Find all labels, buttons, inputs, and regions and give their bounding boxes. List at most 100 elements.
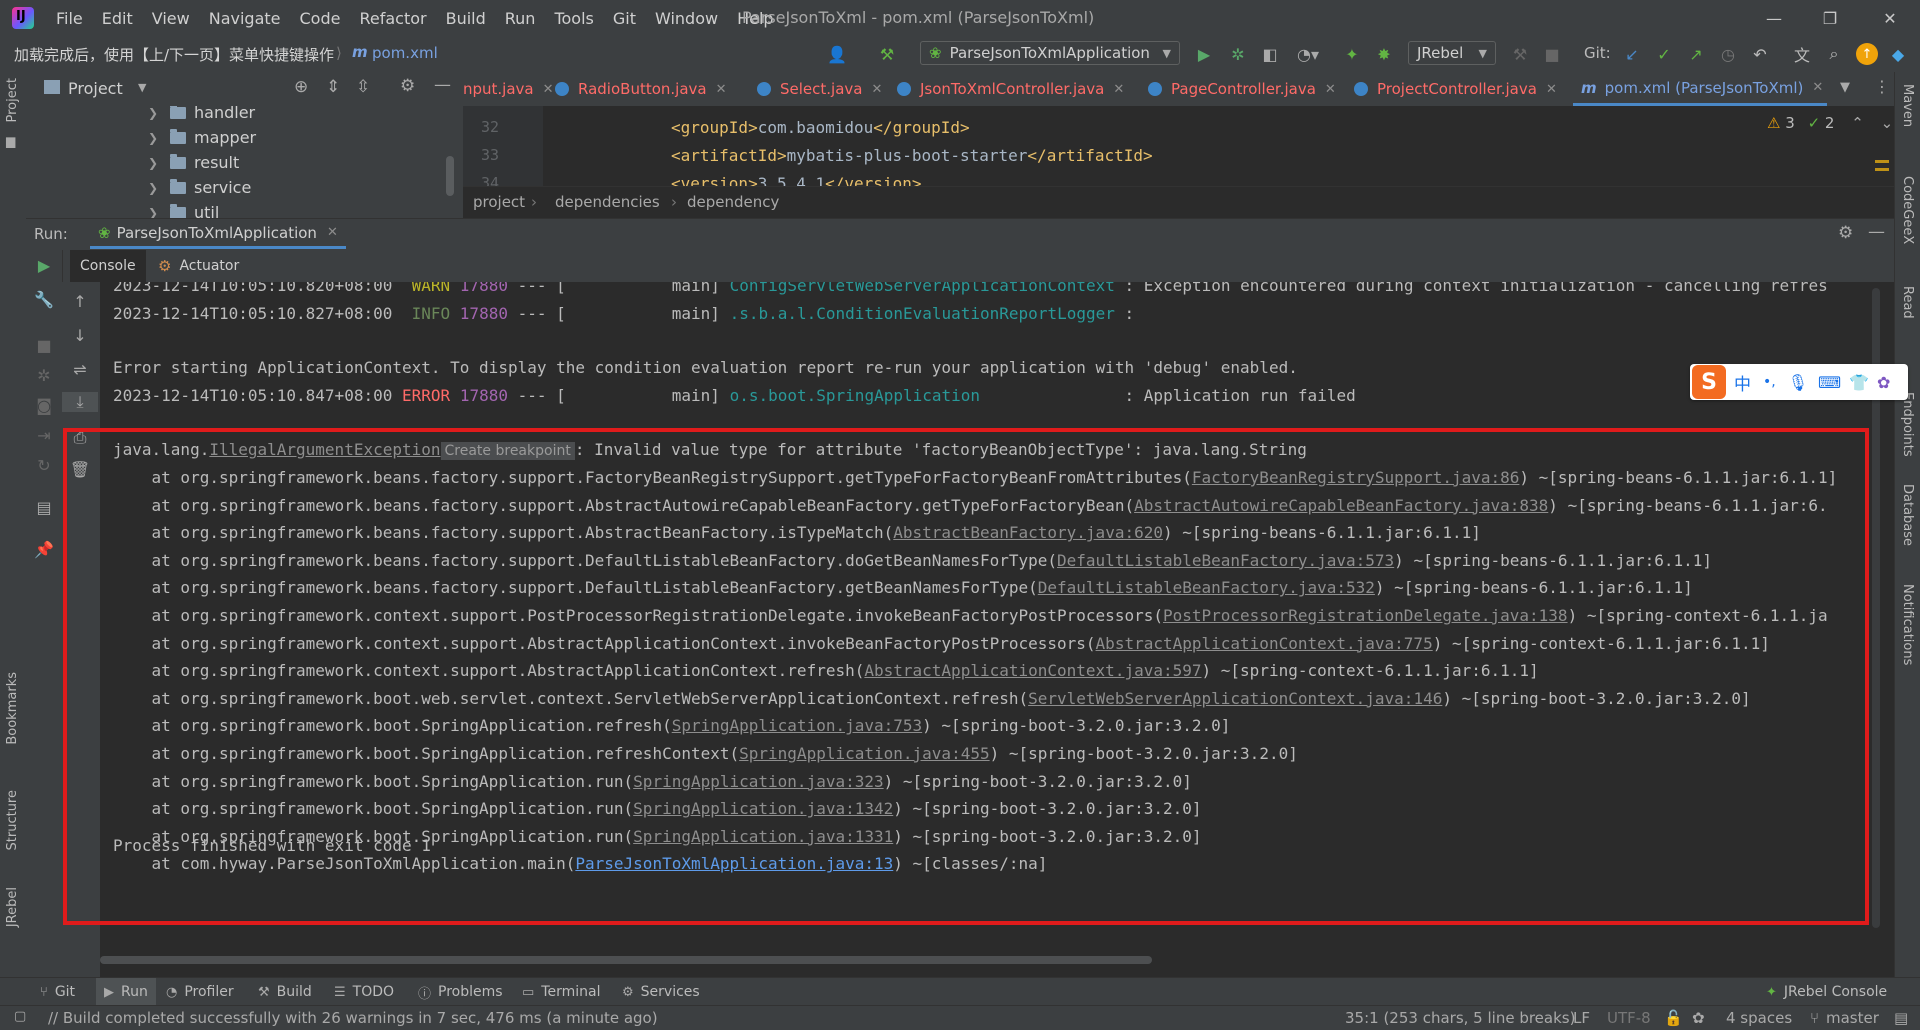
tool-tab-todo[interactable]: ☰ TODO (334, 982, 394, 1002)
line-separator[interactable]: LF (1573, 1009, 1590, 1027)
lock-icon[interactable]: 🔓 (1664, 1009, 1683, 1027)
build-hammer-icon[interactable]: ⚒ (874, 43, 900, 65)
indent-setting[interactable]: 4 spaces (1726, 1009, 1792, 1027)
breadcrumb-item[interactable]: project (473, 193, 525, 211)
keyboard-icon[interactable]: ⌨ (1818, 373, 1841, 392)
tab-actuator[interactable]: ⚙ Actuator (158, 250, 239, 282)
code-editor[interactable]: 32 33 34 <groupId>com.baomidou</groupId>… (463, 106, 1894, 186)
toggle-panels-icon[interactable]: ▢ (14, 1009, 26, 1024)
collapse-all-icon[interactable]: ⇳ (356, 77, 370, 97)
run-icon[interactable]: ▶ (1192, 43, 1216, 65)
read-tool-button[interactable]: Read (1900, 286, 1915, 319)
close-button[interactable]: ✕ (1862, 0, 1918, 36)
git-branch[interactable]: master (1826, 1009, 1879, 1027)
tool-tab-git[interactable]: ⑂ Git (40, 982, 75, 1002)
git-rollback-icon[interactable]: ↶ (1748, 43, 1772, 65)
git-update-icon[interactable]: ↙ (1620, 43, 1644, 65)
menu-code[interactable]: Code (300, 9, 341, 28)
menu-run[interactable]: Run (505, 9, 536, 28)
hide-panel-icon[interactable]: — (434, 75, 451, 95)
codegeex-icon[interactable]: ◆ (1886, 43, 1910, 65)
menu-build[interactable]: Build (446, 9, 486, 28)
pin-icon[interactable]: 📌 (26, 540, 62, 559)
arrow-down-icon[interactable]: ↓ (62, 326, 98, 345)
expand-all-icon[interactable]: ⇕ (326, 77, 340, 97)
restart-icon[interactable]: ↻ (26, 456, 62, 475)
build-message[interactable]: // Build completed successfully with 26 … (48, 1009, 658, 1027)
git-commit-icon[interactable]: ✓ (1652, 43, 1676, 65)
tool-tab-profiler[interactable]: ◔ Profiler (166, 982, 234, 1002)
layout-icon[interactable]: ▤ (26, 498, 62, 517)
tree-item-result[interactable]: ❯ result (148, 150, 239, 175)
tab-pagecontroller-java[interactable]: PageController.java ✕ (1148, 72, 1336, 106)
wrench-icon[interactable]: 🔧 (26, 290, 62, 309)
hammer-disabled-icon[interactable]: ⚒ (1508, 43, 1532, 65)
camera-icon[interactable]: ◙ (26, 396, 62, 415)
close-icon[interactable]: ✕ (543, 82, 554, 97)
microphone-icon[interactable]: 🎙 (1788, 373, 1808, 392)
skin-icon[interactable]: 👕 (1849, 373, 1869, 392)
horizontal-scrollbar[interactable] (100, 956, 1152, 964)
tool-tab-services[interactable]: ⚙ Services (622, 982, 700, 1002)
codegeex-tool-button[interactable]: CodeGeeX (1900, 176, 1915, 244)
tree-item-handler[interactable]: ❯ handler (148, 106, 255, 125)
scroll-to-end-icon[interactable]: ⤓ (62, 392, 98, 412)
git-history-icon[interactable]: ◷ (1716, 43, 1740, 65)
tool-tab-build[interactable]: ⚒ Build (258, 982, 312, 1002)
ime-punctuation-toggle[interactable]: •, (1763, 374, 1776, 390)
tab-input-java[interactable]: nput.java ✕ (463, 72, 554, 106)
inspection-widget[interactable]: ⚠ 3 ✓ 2 ⌃ ⌄ (1767, 114, 1893, 132)
stop-icon[interactable]: ■ (26, 336, 62, 355)
chevron-down-icon[interactable]: ▼ (138, 81, 146, 94)
tab-console[interactable]: Console (70, 250, 146, 282)
close-icon[interactable]: ✕ (1546, 82, 1557, 97)
menu-edit[interactable]: Edit (102, 9, 133, 28)
close-icon[interactable]: ✕ (327, 225, 338, 240)
tab-select-java[interactable]: Select.java ✕ (757, 72, 882, 106)
exit-icon[interactable]: ⇥ (26, 426, 62, 445)
tree-item-util[interactable]: ❯ util (148, 200, 219, 218)
search-icon[interactable]: ⌕ (1822, 43, 1846, 65)
minimize-button[interactable]: — (1746, 0, 1802, 36)
jrebel-debug-icon[interactable]: ✸ (1372, 43, 1396, 65)
close-icon[interactable]: ✕ (1812, 80, 1823, 95)
debug-icon[interactable]: ✲ (1226, 43, 1250, 65)
profile-icon[interactable]: ◔▾ (1290, 43, 1326, 65)
chevron-up-icon[interactable]: ⌃ (1851, 114, 1864, 132)
breadcrumb-item[interactable]: dependency (687, 193, 779, 211)
tool-tab-terminal[interactable]: ▭ Terminal (522, 982, 600, 1002)
warning-stripe[interactable] (1875, 160, 1889, 163)
menu-navigate[interactable]: Navigate (209, 9, 281, 28)
soft-wrap-icon[interactable]: ⇌ (62, 360, 98, 379)
updates-icon[interactable]: ↑ (1856, 43, 1878, 65)
close-icon[interactable]: ✕ (1113, 82, 1124, 97)
menu-tools[interactable]: Tools (554, 9, 593, 28)
debug-disabled-icon[interactable]: ✲ (26, 366, 62, 385)
project-tool-button[interactable]: Project (5, 78, 20, 122)
ime-language-toggle[interactable]: 中 (1734, 370, 1751, 395)
close-icon[interactable]: ✕ (1325, 82, 1336, 97)
more-icon[interactable]: ⋮ (1874, 77, 1890, 96)
menu-file[interactable]: File (56, 9, 83, 28)
run-config-select[interactable]: ❀ ParseJsonToXmlApplication ▼ (920, 41, 1180, 65)
git-push-icon[interactable]: ↗ (1684, 43, 1708, 65)
menu-window[interactable]: Window (655, 9, 718, 28)
file-crumb[interactable]: pom.xml (372, 44, 438, 62)
scrollbar[interactable] (446, 156, 454, 196)
structure-tool-button[interactable]: Structure (5, 790, 20, 850)
stop-icon[interactable]: ■ (1540, 43, 1564, 65)
tool-tab-jrebel-console[interactable]: ✦ JRebel Console (1766, 982, 1887, 1002)
close-icon[interactable]: ✕ (716, 82, 727, 97)
tab-projectcontroller-java[interactable]: ProjectController.java ✕ (1354, 72, 1557, 106)
jrebel-run-icon[interactable]: ✦ (1340, 43, 1364, 65)
hide-panel-icon[interactable]: — (1868, 222, 1885, 242)
tree-item-service[interactable]: ❯ service (148, 175, 251, 200)
tab-pom-xml[interactable]: m pom.xml (ParseJsonToXml) ✕ (1573, 72, 1828, 106)
notifications-tool-button[interactable]: Notifications (1900, 584, 1915, 665)
database-tool-button[interactable]: Database (1900, 484, 1915, 546)
coverage-icon[interactable]: ◧ (1258, 43, 1282, 65)
maven-tool-button[interactable]: Maven (1900, 84, 1915, 127)
translate-icon[interactable]: 文 (1790, 43, 1814, 65)
settings-icon[interactable]: ✿ (1692, 1009, 1705, 1027)
toolbox-icon[interactable]: ✿ (1877, 373, 1890, 392)
